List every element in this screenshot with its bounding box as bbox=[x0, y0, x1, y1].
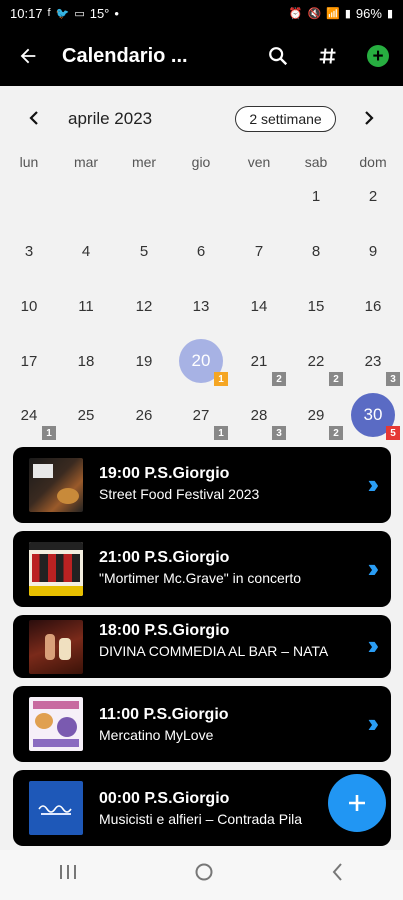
home-icon bbox=[195, 863, 213, 881]
event-count-badge: 1 bbox=[214, 372, 228, 386]
calendar-day-4[interactable]: 4 bbox=[66, 231, 106, 271]
arrow-left-icon bbox=[20, 48, 36, 64]
calendar-day-7[interactable]: 7 bbox=[239, 231, 279, 271]
chevron-left-icon bbox=[332, 863, 342, 881]
weekday-label: mer bbox=[131, 154, 157, 170]
event-time: 21:00 P.S.Giorgio bbox=[99, 549, 230, 566]
status-temp: 15° bbox=[89, 5, 110, 21]
calendar-day-10[interactable]: 10 bbox=[9, 286, 49, 326]
status-time: 10:17 bbox=[10, 5, 43, 21]
event-card[interactable]: 11:00 P.S.Giorgio Mercatino MyLove ›› bbox=[13, 686, 391, 762]
event-title: Musicisti e alfieri – Contrada Pila bbox=[99, 811, 303, 827]
calendar-day-14[interactable]: 14 bbox=[239, 286, 279, 326]
add-event-fab[interactable] bbox=[328, 774, 386, 832]
event-thumbnail bbox=[29, 781, 83, 835]
event-count-badge: 5 bbox=[386, 426, 400, 440]
calendar-day-6[interactable]: 6 bbox=[181, 231, 221, 271]
event-time: 00:00 P.S.Giorgio bbox=[99, 790, 230, 807]
event-count-badge: 2 bbox=[329, 372, 343, 386]
alarm-icon: ⏰ bbox=[288, 7, 303, 20]
weekday-label: lun bbox=[19, 154, 39, 170]
system-back-button[interactable] bbox=[331, 862, 345, 888]
recent-apps-icon bbox=[60, 865, 77, 879]
chevron-right-icon bbox=[365, 111, 374, 125]
app-bar: Calendario ... + bbox=[0, 26, 403, 86]
chevron-left-icon bbox=[29, 111, 38, 125]
calendar-day-18[interactable]: 18 bbox=[66, 341, 106, 381]
weekday-label: mar bbox=[73, 154, 99, 170]
back-button[interactable] bbox=[0, 26, 56, 86]
status-bar: 10:17 f 🐦 ▭ 15° • ⏰ 🔇 📶 ▮ 96% ▮ bbox=[0, 0, 403, 26]
home-button[interactable] bbox=[194, 862, 214, 888]
calendar-day-15[interactable]: 15 bbox=[296, 286, 336, 326]
wifi-icon: 📶 bbox=[326, 7, 340, 20]
event-thumbnail bbox=[29, 542, 83, 596]
calendar-day-17[interactable]: 17 bbox=[9, 341, 49, 381]
weekday-label: sab bbox=[304, 154, 328, 170]
calendar-day-12[interactable]: 12 bbox=[124, 286, 164, 326]
calendar-day-25[interactable]: 25 bbox=[66, 395, 106, 435]
event-title: Street Food Festival 2023 bbox=[99, 486, 260, 502]
calendar-day-2[interactable]: 2 bbox=[353, 176, 393, 216]
calendar-day-11[interactable]: 11 bbox=[66, 286, 106, 326]
event-count-badge: 3 bbox=[272, 426, 286, 440]
calendar-day-8[interactable]: 8 bbox=[296, 231, 336, 271]
calendar-day-1[interactable]: 1 bbox=[296, 176, 336, 216]
recent-apps-button[interactable] bbox=[58, 863, 78, 887]
calendar-day-13[interactable]: 13 bbox=[181, 286, 221, 326]
weekday-label: ven bbox=[247, 154, 271, 170]
calendar-day-5[interactable]: 5 bbox=[124, 231, 164, 271]
add-button[interactable]: + bbox=[353, 26, 403, 86]
plus-icon bbox=[349, 795, 365, 811]
calendar-day-19[interactable]: 19 bbox=[124, 341, 164, 381]
event-card[interactable]: 19:00 P.S.Giorgio Street Food Festival 2… bbox=[13, 447, 391, 523]
facebook-icon: f bbox=[47, 7, 51, 19]
event-time: 11:00 P.S.Giorgio bbox=[99, 706, 229, 723]
search-button[interactable] bbox=[253, 26, 303, 86]
event-time: 18:00 P.S.Giorgio bbox=[99, 622, 230, 639]
calendar-day-16[interactable]: 16 bbox=[353, 286, 393, 326]
event-title: "Mortimer Mc.Grave" in concerto bbox=[99, 570, 302, 586]
month-navigation: aprile 2023 2 settimane bbox=[0, 100, 403, 136]
event-thumbnail bbox=[29, 458, 83, 512]
page-title: Calendario ... bbox=[62, 44, 188, 67]
event-count-badge: 1 bbox=[214, 426, 228, 440]
range-toggle-button[interactable]: 2 settimane bbox=[235, 106, 336, 132]
event-thumbnail bbox=[29, 620, 83, 674]
event-title: DIVINA COMMEDIA AL BAR – NATA bbox=[99, 643, 329, 659]
event-card[interactable]: 21:00 P.S.Giorgio "Mortimer Mc.Grave" in… bbox=[13, 531, 391, 607]
event-title: Mercatino MyLove bbox=[99, 727, 214, 743]
chevron-double-right-icon: ›› bbox=[367, 708, 380, 738]
search-icon bbox=[269, 47, 288, 66]
message-icon: ▭ bbox=[74, 7, 85, 20]
next-month-button[interactable] bbox=[354, 100, 384, 136]
event-count-badge: 1 bbox=[42, 426, 56, 440]
month-label: aprile 2023 bbox=[68, 109, 153, 128]
calendar-day-3[interactable]: 3 bbox=[9, 231, 49, 271]
signal-icon: ▮ bbox=[344, 7, 351, 20]
hashtag-button[interactable] bbox=[303, 26, 353, 86]
calendar-day-9[interactable]: 9 bbox=[353, 231, 393, 271]
event-card[interactable]: 18:00 P.S.Giorgio DIVINA COMMEDIA AL BAR… bbox=[13, 615, 391, 678]
add-circle-icon: + bbox=[367, 45, 389, 67]
hashtag-icon bbox=[319, 48, 336, 64]
weekday-label: gio bbox=[191, 154, 211, 170]
weekday-label: dom bbox=[359, 154, 387, 170]
twitter-icon: 🐦 bbox=[55, 7, 70, 20]
chevron-double-right-icon: ›› bbox=[367, 630, 380, 660]
battery-level: 96% bbox=[355, 5, 382, 21]
event-thumbnail bbox=[29, 697, 83, 751]
event-time: 19:00 P.S.Giorgio bbox=[99, 465, 230, 482]
event-count-badge: 2 bbox=[272, 372, 286, 386]
calendar-day-26[interactable]: 26 bbox=[124, 395, 164, 435]
event-count-badge: 2 bbox=[329, 426, 343, 440]
event-count-badge: 3 bbox=[386, 372, 400, 386]
status-dot: • bbox=[114, 5, 119, 21]
chevron-double-right-icon: ›› bbox=[367, 553, 380, 583]
mute-icon: 🔇 bbox=[307, 7, 322, 20]
prev-month-button[interactable] bbox=[19, 100, 49, 136]
system-navigation-bar bbox=[0, 850, 403, 900]
chevron-double-right-icon: ›› bbox=[367, 469, 380, 499]
battery-icon: ▮ bbox=[386, 7, 393, 20]
